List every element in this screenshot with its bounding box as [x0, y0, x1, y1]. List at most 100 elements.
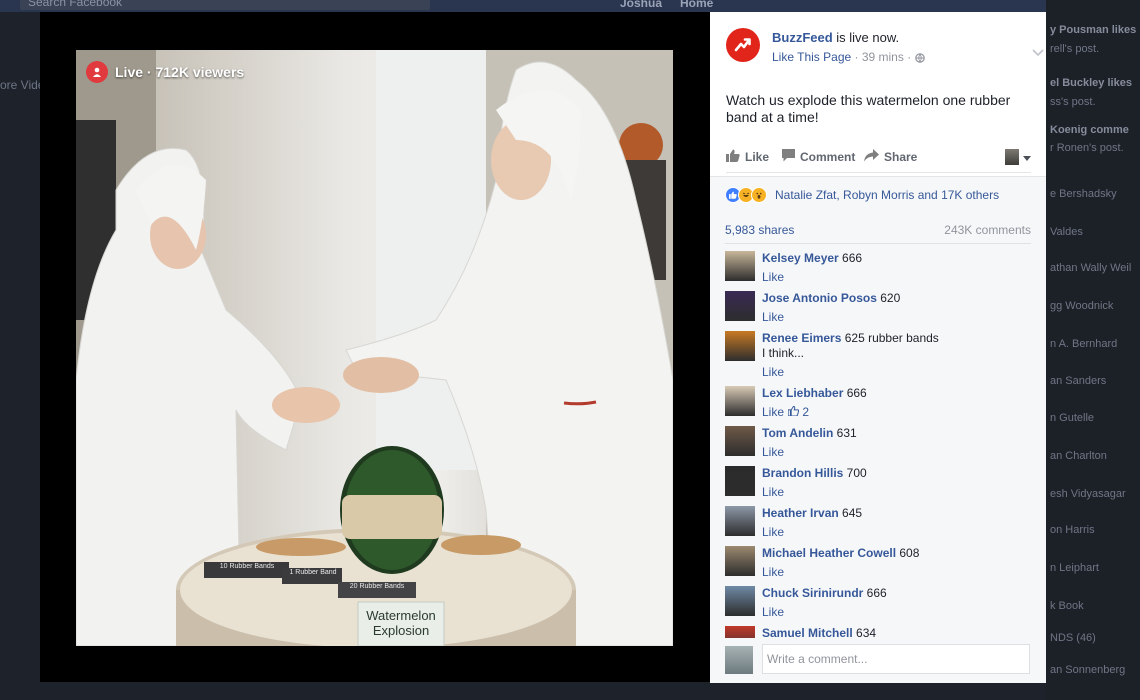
commenter-avatar[interactable]: [725, 251, 755, 281]
home-link[interactable]: Home: [680, 0, 713, 10]
comment-like-label: Like: [762, 405, 785, 419]
comment-like-label: Like: [762, 365, 785, 379]
thumbs-up-icon: [726, 149, 740, 165]
live-broadcast-icon: [86, 61, 108, 83]
comment-like-label: Like: [762, 445, 785, 459]
commenter-avatar[interactable]: [725, 386, 755, 416]
ticker-item[interactable]: on Harris: [1050, 524, 1095, 536]
profile-link[interactable]: Joshua: [620, 0, 662, 10]
comment-like-link[interactable]: Like: [762, 270, 1030, 285]
commenter-name[interactable]: Heather Irvan: [762, 506, 839, 520]
comment-like-link[interactable]: Like: [762, 485, 1030, 500]
comment-like-link[interactable]: Like: [762, 525, 1030, 540]
ticker-item[interactable]: r Ronen's post.: [1050, 142, 1124, 154]
commenter-name[interactable]: Kelsey Meyer: [762, 251, 839, 265]
share-button[interactable]: Share: [864, 149, 917, 165]
comment-button[interactable]: Comment: [782, 149, 855, 165]
ticker-item[interactable]: Valdes: [1050, 226, 1083, 238]
watermelon-explosion-sign: Watermelon Explosion: [358, 608, 444, 638]
post-time[interactable]: · 39 mins ·: [851, 50, 914, 64]
like-label: Like: [745, 150, 770, 164]
ticker-item[interactable]: n A. Bernhard: [1050, 338, 1117, 350]
comments-count[interactable]: 243K comments: [944, 223, 1031, 237]
commenter-name[interactable]: Jose Antonio Posos: [762, 291, 877, 305]
commenter-name[interactable]: Brandon Hillis: [762, 466, 843, 480]
ticker-item[interactable]: el Buckley likes: [1050, 77, 1132, 89]
comments-section: Natalie Zfat, Robyn Morris and 17K other…: [710, 176, 1046, 683]
post-actions: Like Comment Share: [726, 144, 1031, 173]
commenter-avatar[interactable]: [725, 546, 755, 576]
commenter-name[interactable]: Lex Liebhaber: [762, 386, 843, 400]
globe-icon: [914, 52, 925, 66]
ticker-item[interactable]: y Pousman likes: [1050, 24, 1136, 36]
buzzfeed-logo-icon[interactable]: [726, 28, 760, 62]
commenter-avatar[interactable]: [725, 291, 755, 321]
commenter-name[interactable]: Tom Andelin: [762, 426, 833, 440]
comment-text-line2: I think...: [762, 346, 805, 360]
ticker-item[interactable]: ss's post.: [1050, 96, 1096, 108]
ticker-item[interactable]: gg Woodnick: [1050, 300, 1113, 312]
commenter-name[interactable]: Samuel Mitchell: [762, 626, 853, 638]
ticker-item[interactable]: e Bershadsky: [1050, 188, 1117, 200]
share-icon: [864, 149, 879, 165]
live-video[interactable]: 10 Rubber Bands 1 Rubber Band 20 Rubber …: [76, 50, 673, 646]
reaction-count-value: 2: [802, 405, 810, 419]
ticker-item[interactable]: an Sanders: [1050, 375, 1106, 387]
comment-text: 645: [838, 506, 863, 520]
commenter-name[interactable]: Renee Eimers: [762, 331, 841, 345]
live-badge: Live · 712K viewers: [86, 61, 244, 83]
comment-body: Michael Heather Cowell 608 Like: [762, 546, 1030, 580]
commenter-name[interactable]: Michael Heather Cowell: [762, 546, 896, 560]
share-label: Share: [884, 150, 918, 164]
page-name-link[interactable]: BuzzFeed: [772, 30, 833, 45]
write-comment-input[interactable]: [762, 644, 1030, 674]
commenter-avatar[interactable]: [725, 506, 755, 536]
ticker-item[interactable]: an Sonnenberg: [1050, 664, 1125, 676]
video-scene: [76, 50, 673, 646]
ticker-item[interactable]: k Book: [1050, 600, 1084, 612]
shares-count[interactable]: 5,983 shares: [725, 223, 794, 237]
caret-down-icon: [1023, 150, 1031, 164]
actor-avatar: [1005, 149, 1019, 165]
comment-like-link[interactable]: Like: [762, 565, 1030, 580]
reactors-text[interactable]: Natalie Zfat, Robyn Morris and 17K other…: [775, 188, 999, 202]
commenter-avatar[interactable]: [725, 426, 755, 456]
engagement-counts: 5,983 shares 243K comments: [725, 223, 1031, 244]
commenter-avatar[interactable]: [725, 331, 755, 361]
chevron-down-icon[interactable]: [1032, 46, 1044, 60]
comment-like-link[interactable]: Like: [762, 605, 1030, 620]
like-this-page-link[interactable]: Like This Page: [772, 50, 851, 64]
ticker-item[interactable]: athan Wally Weil: [1050, 262, 1131, 274]
comment-like-link[interactable]: Like: [762, 365, 1030, 380]
comment-composer: [725, 644, 1031, 676]
comment-like-link[interactable]: Like: [762, 310, 1030, 325]
commenter-avatar[interactable]: [725, 466, 755, 496]
actor-selector[interactable]: [1005, 149, 1031, 165]
ticker-item[interactable]: rell's post.: [1050, 43, 1099, 55]
commenter-avatar[interactable]: [725, 626, 755, 638]
ticker-item[interactable]: esh Vidyasagar: [1050, 488, 1126, 500]
ticker-item[interactable]: NDS (46): [1050, 632, 1096, 644]
ticker-item[interactable]: an Charlton: [1050, 450, 1107, 462]
like-button[interactable]: Like: [726, 149, 769, 165]
post-meta: Like This Page · 39 mins ·: [772, 50, 925, 66]
comment-reaction-count[interactable]: 2: [787, 405, 810, 419]
ticker-item[interactable]: Koenig comme: [1050, 124, 1129, 136]
comment-like-link[interactable]: Like: [762, 445, 1030, 460]
post-headline: BuzzFeed is live now.: [772, 30, 899, 45]
ticker-item[interactable]: n Gutelle: [1050, 412, 1094, 424]
comment-body: Lex Liebhaber 666 Like 2: [762, 386, 1030, 420]
reactions-summary[interactable]: Natalie Zfat, Robyn Morris and 17K other…: [725, 187, 999, 203]
comment-body: Jose Antonio Posos 620 Like: [762, 291, 1030, 325]
facebook-search-input[interactable]: Search Facebook: [20, 0, 430, 10]
commenter-avatar[interactable]: [725, 586, 755, 616]
live-label: Live: [115, 64, 144, 80]
commenter-name[interactable]: Chuck Sirinirundr: [762, 586, 863, 600]
comment-like-label: Like: [762, 485, 785, 499]
thumbs-up-icon: [787, 405, 800, 419]
placard-10: 10 Rubber Bands: [219, 563, 275, 570]
reaction-icons: [725, 187, 767, 203]
ticker-item[interactable]: n Leiphart: [1050, 562, 1099, 574]
post-panel: BuzzFeed is live now. Like This Page · 3…: [710, 12, 1046, 683]
comment-like-link[interactable]: Like 2: [762, 405, 1030, 420]
